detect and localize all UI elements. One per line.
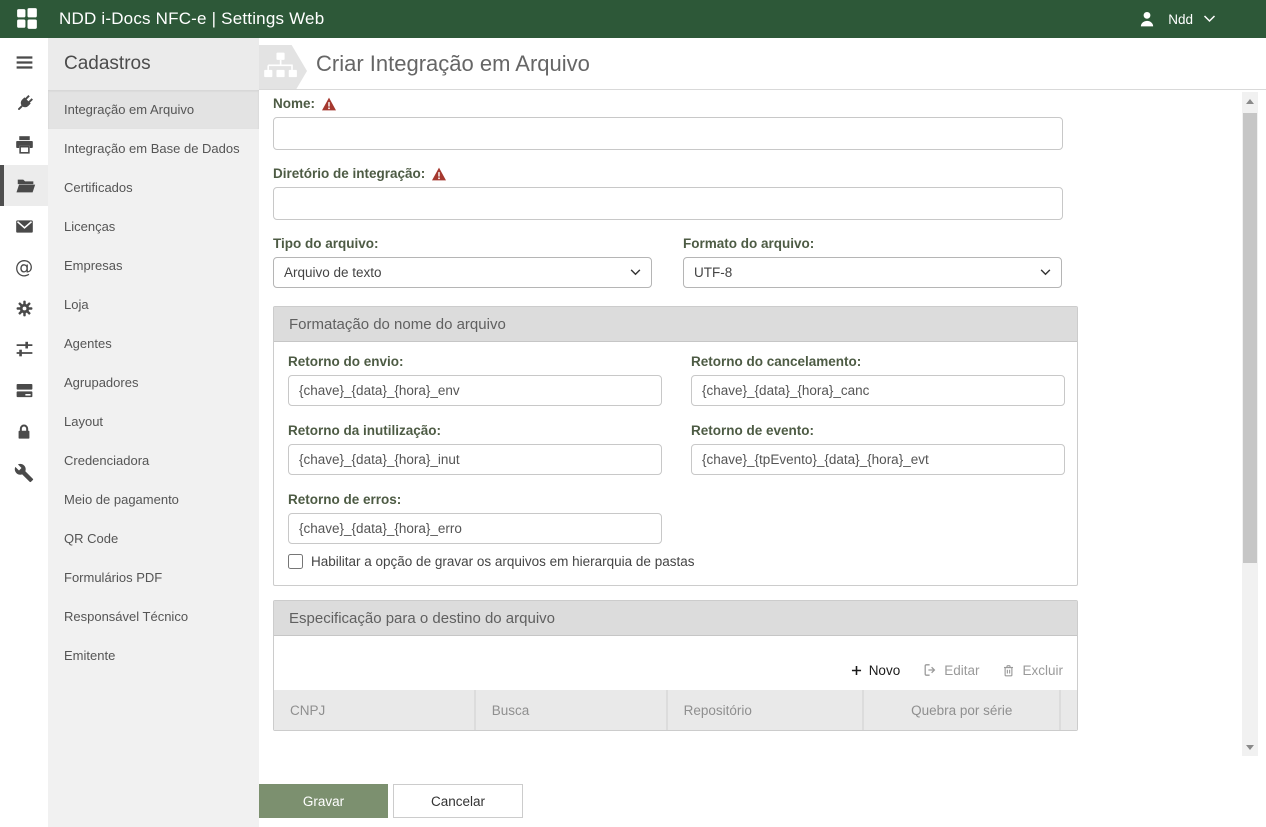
diretorio-label-row: Diretório de integração: <box>273 166 1226 181</box>
chevron-down-icon <box>1203 15 1216 23</box>
formato-arquivo-select[interactable]: UTF-8 <box>683 257 1062 288</box>
col-repositorio: Repositório <box>668 690 865 730</box>
icon-rail: @ <box>0 38 48 827</box>
col-cnpj: CNPJ <box>274 690 476 730</box>
retorno-evento-label: Retorno de evento: <box>691 423 814 438</box>
edit-arrow-icon <box>922 662 938 678</box>
user-menu[interactable]: Ndd <box>1136 8 1216 30</box>
diretorio-label: Diretório de integração: <box>273 166 425 181</box>
sidebar-item-meio-pagamento[interactable]: Meio de pagamento <box>48 480 259 519</box>
sidebar-item-formularios-pdf[interactable]: Formulários PDF <box>48 558 259 597</box>
vertical-scrollbar[interactable] <box>1242 92 1258 756</box>
user-name: Ndd <box>1168 12 1193 27</box>
plug-icon[interactable] <box>0 83 48 124</box>
page-header: Criar Integração em Arquivo <box>259 38 1266 90</box>
col-busca: Busca <box>476 690 668 730</box>
sidebar-item-licencas[interactable]: Licenças <box>48 207 259 246</box>
tipo-arquivo-select[interactable]: Arquivo de texto <box>273 257 652 288</box>
folder-open-icon[interactable] <box>0 165 48 206</box>
chevron-down-icon <box>630 269 641 276</box>
svg-text:@: @ <box>15 257 33 278</box>
retorno-cancelamento-input[interactable] <box>691 375 1065 406</box>
app-grid-logo <box>14 6 41 33</box>
formatacao-panel: Formatação do nome do arquivo Retorno do… <box>273 306 1078 586</box>
hierarquia-pastas-checkbox[interactable] <box>288 554 303 569</box>
sliders-icon[interactable] <box>0 329 48 370</box>
scrollbar-thumb[interactable] <box>1243 113 1257 563</box>
sidebar-item-empresas[interactable]: Empresas <box>48 246 259 285</box>
nome-label: Nome: <box>273 96 315 111</box>
sidebar-item-layout[interactable]: Layout <box>48 402 259 441</box>
warning-triangle-icon <box>431 167 447 181</box>
retorno-cancelamento-label: Retorno do cancelamento: <box>691 354 861 369</box>
destino-toolbar: Novo Editar <box>274 636 1077 690</box>
printer-icon[interactable] <box>0 124 48 165</box>
sidebar-item-integracao-arquivo[interactable]: Integração em Arquivo <box>48 90 259 129</box>
tipo-arquivo-value: Arquivo de texto <box>284 265 382 280</box>
form-scroll-area: Nome: Diretório de integração: <box>259 90 1266 758</box>
sidebar-item-agrupadores[interactable]: Agrupadores <box>48 363 259 402</box>
retorno-inutilizacao-label: Retorno da inutilização: <box>288 423 441 438</box>
destino-table-header: CNPJ Busca Repositório Quebra por série <box>274 690 1077 730</box>
nome-label-row: Nome: <box>273 96 1226 111</box>
scrollbar-down-button[interactable] <box>1242 738 1258 756</box>
sidebar-item-integracao-base-dados[interactable]: Integração em Base de Dados <box>48 129 259 168</box>
tipo-arquivo-label: Tipo do arquivo: <box>273 236 379 251</box>
menu-icon[interactable] <box>0 42 48 83</box>
formato-arquivo-label: Formato do arquivo: <box>683 236 814 251</box>
warning-triangle-icon <box>321 97 337 111</box>
wrench-icon[interactable] <box>0 452 48 493</box>
mail-icon[interactable] <box>0 206 48 247</box>
sidebar-item-agentes[interactable]: Agentes <box>48 324 259 363</box>
formatacao-panel-title: Formatação do nome do arquivo <box>274 307 1077 342</box>
sidebar-item-responsavel-tecnico[interactable]: Responsável Técnico <box>48 597 259 636</box>
editar-button[interactable]: Editar <box>922 662 979 678</box>
scrollbar-up-button[interactable] <box>1242 92 1258 110</box>
page-title: Criar Integração em Arquivo <box>316 51 590 77</box>
retorno-envio-input[interactable] <box>288 375 662 406</box>
cancel-button[interactable]: Cancelar <box>393 784 523 818</box>
nome-input[interactable] <box>273 117 1063 150</box>
sidebar-item-certificados[interactable]: Certificados <box>48 168 259 207</box>
sidebar-item-qr-code[interactable]: QR Code <box>48 519 259 558</box>
sidebar-item-credenciadora[interactable]: Credenciadora <box>48 441 259 480</box>
sidebar-item-loja[interactable]: Loja <box>48 285 259 324</box>
novo-button[interactable]: Novo <box>850 663 901 678</box>
server-icon[interactable] <box>0 370 48 411</box>
formato-arquivo-value: UTF-8 <box>694 265 732 280</box>
retorno-inutilizacao-input[interactable] <box>288 444 662 475</box>
excluir-button[interactable]: Excluir <box>1001 663 1063 678</box>
especificacao-panel: Especificação para o destino do arquivo … <box>273 600 1078 731</box>
retorno-evento-input[interactable] <box>691 444 1065 475</box>
at-sign-icon[interactable]: @ <box>0 247 48 288</box>
retorno-envio-label: Retorno do envio: <box>288 354 404 369</box>
sidebar-item-emitente[interactable]: Emitente <box>48 636 259 675</box>
retorno-erros-input[interactable] <box>288 513 662 544</box>
especificacao-panel-title: Especificação para o destino do arquivo <box>274 601 1077 636</box>
form-footer: Gravar Cancelar <box>259 758 1266 818</box>
retorno-erros-label: Retorno de erros: <box>288 492 401 507</box>
chevron-down-icon <box>1040 269 1051 276</box>
gear-icon[interactable] <box>0 288 48 329</box>
diretorio-input[interactable] <box>273 187 1063 220</box>
sidebar: Cadastros Integração em Arquivo Integraç… <box>48 38 259 827</box>
plus-icon <box>850 664 863 677</box>
window-title: NDD i-Docs NFC-e | Settings Web <box>59 9 324 29</box>
trash-icon <box>1001 663 1016 678</box>
save-button[interactable]: Gravar <box>259 784 388 818</box>
user-icon <box>1136 8 1158 30</box>
sidebar-title: Cadastros <box>48 38 259 90</box>
hierarquia-pastas-label: Habilitar a opção de gravar os arquivos … <box>311 554 694 569</box>
sitemap-badge-icon <box>259 45 307 90</box>
app-header: NDD i-Docs NFC-e | Settings Web Ndd <box>0 0 1266 38</box>
main-content: Criar Integração em Arquivo Nome: Diretó… <box>259 38 1266 827</box>
lock-icon[interactable] <box>0 411 48 452</box>
col-quebra-serie: Quebra por série <box>864 690 1061 730</box>
